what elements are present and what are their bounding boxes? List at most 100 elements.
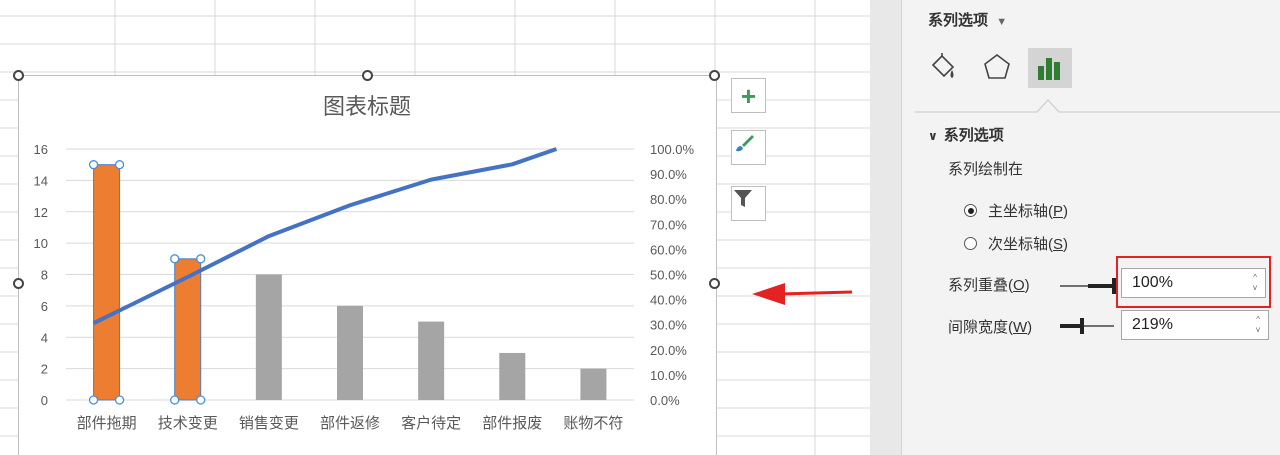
gap-width-slider[interactable] — [1058, 316, 1120, 336]
overlap-value: 100% — [1132, 274, 1173, 291]
secondary-axis-accesskey: S — [1053, 236, 1064, 253]
y2-tick-label: 50.0% — [650, 268, 687, 283]
tab-divider — [915, 99, 1280, 113]
y-tick-label: 0 — [41, 393, 48, 408]
format-data-series-pane: 系列选项 ▼ ∨ 系列选项 系列绘制在 主坐标轴(P) 次坐标轴(S) 系列重叠(… — [870, 0, 1280, 455]
chart-elements-button[interactable]: + — [731, 78, 766, 113]
resize-handle-right[interactable] — [709, 278, 720, 289]
cumulative-line-series[interactable] — [92, 147, 558, 325]
bar-series[interactable] — [93, 164, 607, 401]
y-tick-label: 4 — [41, 330, 48, 345]
spin-down-icon[interactable]: v — [1256, 326, 1260, 334]
bar-selection-handle[interactable] — [170, 395, 180, 405]
resize-handle-top[interactable] — [362, 70, 373, 81]
secondary-axis-text: 次坐标轴( — [988, 236, 1053, 253]
bar[interactable] — [580, 368, 607, 400]
worksheet[interactable]: 图表标题 0 2 4 6 8 10 12 14 16 0.0% 10.0% 20.0% 30.0% 40… — [0, 0, 870, 455]
bar-selection-handle[interactable] — [196, 395, 206, 405]
series-options-section-header[interactable]: ∨ 系列选项 — [928, 124, 1004, 145]
spin-up-icon[interactable]: ^ — [1253, 274, 1257, 282]
pane-splitter[interactable] — [870, 0, 902, 455]
pareto-chart[interactable]: 图表标题 0 2 4 6 8 10 12 14 16 0.0% 10.0% 20.0% 30.0% 40… — [0, 0, 870, 455]
bar-selection-handle[interactable] — [114, 395, 125, 405]
bar[interactable] — [418, 321, 445, 400]
y-tick-label: 8 — [41, 268, 48, 283]
overlap-text: 系列重叠( — [948, 277, 1013, 294]
series-options-tab[interactable] — [1028, 48, 1072, 88]
secondary-axis-radio[interactable] — [964, 237, 977, 250]
y2-tick-label: 70.0% — [650, 217, 687, 232]
section-title: 系列选项 — [943, 127, 1004, 144]
y2-tick-label: 100.0% — [650, 142, 695, 157]
bar-selection-handle[interactable] — [88, 395, 99, 405]
spin-up-icon[interactable]: ^ — [1256, 316, 1260, 324]
x-tick-label: 部件报废 — [482, 415, 542, 432]
paintbrush-icon — [736, 135, 754, 152]
bar-selection-handle[interactable] — [196, 254, 206, 264]
y-tick-label: 16 — [34, 142, 48, 157]
red-arrow-annotation — [752, 283, 853, 305]
y2-tick-label: 90.0% — [650, 167, 687, 182]
secondary-axis-label[interactable]: 次坐标轴(S) — [988, 233, 1068, 254]
pane-header-label: 系列选项 — [928, 12, 989, 29]
series-overlap-label: 系列重叠(O) — [948, 274, 1030, 295]
x-tick-label: 账物不符 — [563, 415, 623, 432]
resize-handle-left[interactable] — [13, 278, 24, 289]
bar[interactable] — [93, 164, 121, 401]
y2-tick-label: 60.0% — [650, 242, 687, 257]
chevron-down-icon: ∨ — [928, 129, 938, 143]
chart-filters-button[interactable] — [731, 186, 766, 221]
y2-tick-label: 10.0% — [650, 368, 687, 383]
effects-tab[interactable] — [982, 52, 1012, 82]
y-tick-label: 2 — [41, 362, 48, 377]
series-overlap-slider[interactable] — [1058, 276, 1120, 296]
x-tick-label: 技术变更 — [158, 415, 218, 432]
overlap-close: ) — [1024, 277, 1030, 294]
primary-axis-close: ) — [1063, 203, 1069, 220]
y2-tick-label: 30.0% — [650, 318, 687, 333]
bar-selection-handle[interactable] — [88, 160, 99, 170]
gap-width-input[interactable]: 219% ^ v — [1121, 310, 1269, 340]
primary-axis-labels: 0 2 4 6 8 10 12 14 16 — [34, 142, 48, 408]
y-tick-label: 12 — [34, 205, 48, 220]
bar[interactable] — [337, 305, 363, 400]
y2-tick-label: 20.0% — [650, 343, 687, 358]
plot-series-on-label: 系列绘制在 — [948, 161, 1024, 178]
chart-styles-button[interactable] — [731, 130, 766, 165]
bar-selection-handle[interactable] — [114, 160, 125, 170]
plus-icon: + — [740, 80, 757, 111]
resize-handle-top-right[interactable] — [709, 70, 720, 81]
y-tick-label: 6 — [41, 299, 48, 314]
spin-down-icon[interactable]: v — [1253, 284, 1257, 292]
paint-bucket-icon — [931, 53, 955, 78]
series-overlap-input[interactable]: 100% ^ v — [1121, 268, 1266, 298]
pentagon-icon — [984, 54, 1010, 79]
y-tick-label: 14 — [34, 173, 48, 188]
primary-axis-label[interactable]: 主坐标轴(P) — [988, 200, 1068, 221]
filter-icon — [734, 190, 752, 207]
primary-axis-text: 主坐标轴( — [988, 203, 1053, 220]
fill-line-tab[interactable] — [928, 52, 958, 82]
gap-value: 219% — [1132, 316, 1173, 333]
bar-selection-handle[interactable] — [170, 254, 180, 264]
bar[interactable] — [499, 352, 526, 400]
x-tick-label: 客户待定 — [401, 415, 461, 432]
chart-title[interactable]: 图表标题 — [323, 94, 411, 119]
category-axis-labels: 部件拖期 技术变更 销售变更 部件返修 客户待定 部件报废 账物不符 — [77, 415, 624, 432]
gap-accesskey: W — [1013, 319, 1028, 336]
x-tick-label: 部件拖期 — [77, 415, 137, 432]
resize-handle-top-left[interactable] — [13, 70, 24, 81]
gap-text: 间隙宽度( — [948, 319, 1013, 336]
bar[interactable] — [255, 274, 282, 401]
overlap-accesskey: O — [1013, 277, 1025, 294]
secondary-axis-labels: 0.0% 10.0% 20.0% 30.0% 40.0% 50.0% 60.0% 70.0% 8… — [650, 142, 695, 408]
gap-width-label: 间隙宽度(W) — [948, 316, 1032, 337]
y2-tick-label: 40.0% — [650, 293, 687, 308]
y2-tick-label: 80.0% — [650, 192, 687, 207]
chevron-down-icon: ▼ — [996, 16, 1008, 28]
gap-slider-thumb — [1080, 318, 1084, 334]
primary-axis-radio[interactable] — [964, 204, 977, 217]
series-options-dropdown[interactable]: 系列选项 ▼ — [928, 9, 1007, 30]
cumulative-percent-line[interactable] — [92, 147, 558, 325]
gap-close: ) — [1027, 319, 1033, 336]
